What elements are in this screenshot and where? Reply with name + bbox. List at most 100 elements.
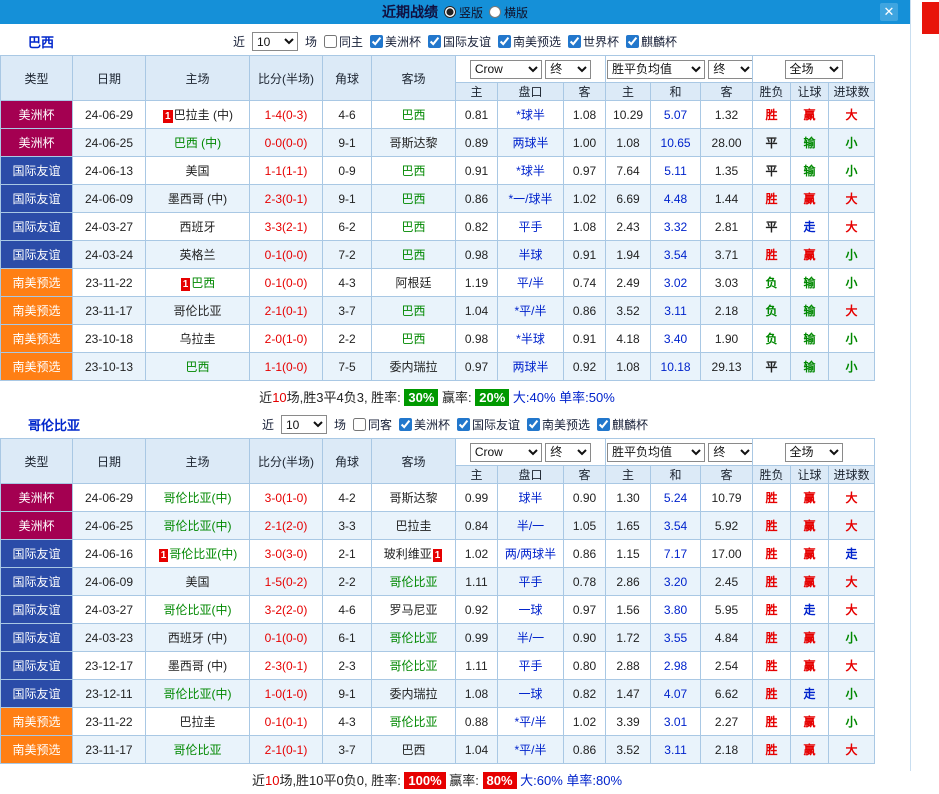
corners: 3-7 (322, 735, 372, 764)
team-name: 巴西 (401, 108, 426, 122)
comp-input[interactable] (428, 35, 441, 48)
comp-input[interactable] (457, 418, 470, 431)
europe-avg-select[interactable]: 胜平负均值 (607, 442, 706, 462)
score: 3-2(2-0) (249, 595, 323, 624)
comp-checkbox-copa[interactable]: 美洲杯 (369, 33, 421, 50)
handicap-rate-badge: 80% (482, 772, 517, 789)
result: 胜 (752, 567, 792, 596)
bookmaker-select[interactable]: Crow (469, 442, 542, 462)
layout-radio-vertical[interactable]: 竖版 (443, 4, 483, 21)
away-team: 阿根廷 (371, 268, 456, 297)
team-name: 墨西哥 (中) (167, 659, 228, 673)
comp-input[interactable] (369, 35, 383, 48)
same-venue-input[interactable] (352, 418, 366, 431)
europe-draw-odds: 3.40 (650, 324, 702, 353)
comp-input[interactable] (568, 35, 582, 48)
comp-checkbox-kirin[interactable]: 麒麟杯 (626, 33, 677, 50)
asia-away-odds: 0.86 (562, 539, 607, 568)
europe-draw-odds: 5.24 (650, 483, 702, 512)
side-panel-tab[interactable] (922, 2, 939, 34)
comp-input[interactable] (597, 418, 611, 431)
comp-checkbox-friendly[interactable]: 国际友谊 (428, 33, 491, 50)
result: 平 (752, 156, 792, 185)
goals-result: 小 (828, 679, 876, 708)
same-venue-checkbox[interactable]: 同客 (352, 416, 392, 433)
vertical-radio[interactable] (443, 6, 456, 18)
handicap-result: 输 (790, 352, 830, 381)
match-date: 24-03-24 (72, 240, 146, 269)
europe-draw-odds: 3.02 (650, 268, 702, 297)
summary-text: 场,胜3平4负3, 胜率: (286, 390, 405, 405)
europe-time-select[interactable]: 终 (708, 59, 752, 79)
away-team: 哥伦比亚 (371, 623, 456, 652)
score: 1-5(0-2) (249, 567, 323, 596)
home-team: 巴拉圭 (145, 707, 250, 736)
handicap-result: 赢 (790, 483, 830, 512)
team-name: 巴拉圭 (395, 519, 432, 533)
away-team: 巴西 (371, 735, 456, 764)
comp-input[interactable] (626, 35, 640, 48)
comp-input[interactable] (398, 418, 412, 431)
layout-radio-horizontal[interactable]: 横版 (489, 4, 528, 21)
col-header-asia-home: 主 (455, 82, 498, 101)
asia-home-odds: 0.89 (455, 128, 498, 157)
same-venue-checkbox[interactable]: 同主 (323, 33, 363, 50)
goals-result: 小 (828, 268, 876, 297)
europe-time-select[interactable]: 终 (708, 442, 752, 462)
goals-result: 小 (828, 707, 876, 736)
match-date: 23-11-17 (72, 296, 146, 325)
match-date: 24-03-23 (72, 623, 146, 652)
away-team: 巴西 (371, 324, 456, 353)
close-icon[interactable]: ✕ (880, 3, 898, 21)
competition-type-badge: 南美预选 (0, 352, 73, 381)
col-header-handicap: 盘口 (497, 465, 564, 484)
asia-away-odds: 0.90 (562, 483, 607, 512)
score: 0-0(0-0) (249, 128, 323, 157)
result: 负 (752, 296, 792, 325)
asia-handicap: 半/一 (497, 623, 564, 652)
europe-home-odds: 1.72 (605, 623, 652, 652)
result: 胜 (752, 651, 792, 680)
comp-checkbox-friendly[interactable]: 国际友谊 (457, 416, 520, 433)
comp-input[interactable] (527, 418, 541, 431)
europe-odds-controls: 胜平负均值 终 (605, 55, 754, 83)
asia-home-odds: 1.08 (455, 679, 498, 708)
asia-time-select[interactable]: 终 (545, 442, 592, 462)
score: 0-1(0-0) (249, 623, 323, 652)
recent-count-select[interactable]: 10 (280, 415, 327, 434)
competition-type-badge: 国际友谊 (0, 679, 73, 708)
comp-checkbox-worldcup[interactable]: 世界杯 (568, 33, 619, 50)
asia-handicap: *平/半 (497, 707, 564, 736)
horizontal-radio[interactable] (489, 6, 501, 18)
europe-draw-odds: 3.11 (650, 296, 702, 325)
match-row: 国际友谊 24-03-27 哥伦比亚(中) 3-2(2-0) 4-6 罗马尼亚 0.92 一球… (0, 595, 876, 624)
asia-home-odds: 0.99 (455, 483, 498, 512)
comp-checkbox-kirin[interactable]: 麒麟杯 (597, 416, 648, 433)
comp-input[interactable] (498, 35, 512, 48)
team-name: 巴西 (401, 332, 426, 346)
col-header-asia-away: 客 (562, 465, 607, 484)
comp-label: 南美预选 (542, 418, 591, 432)
comp-label: 国际友谊 (472, 418, 521, 432)
europe-away-odds: 2.81 (700, 212, 754, 241)
europe-avg-select[interactable]: 胜平负均值 (607, 59, 706, 79)
europe-draw-odds: 3.54 (650, 511, 702, 540)
home-team: 哥伦比亚(中) (145, 595, 250, 624)
europe-away-odds: 1.32 (700, 100, 754, 129)
bookmaker-select[interactable]: Crow (469, 59, 542, 79)
away-team: 哥伦比亚 (371, 707, 456, 736)
score: 1-1(0-0) (249, 352, 323, 381)
comp-checkbox-copa[interactable]: 美洲杯 (398, 416, 450, 433)
europe-home-odds: 3.52 (605, 296, 652, 325)
scope-select[interactable]: 全场 (784, 442, 843, 462)
same-venue-input[interactable] (323, 35, 337, 48)
comp-checkbox-qualifier[interactable]: 南美预选 (498, 33, 561, 50)
asia-handicap: 平手 (497, 651, 564, 680)
recent-count-select[interactable]: 10 (251, 32, 298, 51)
asia-time-select[interactable]: 终 (545, 59, 592, 79)
comp-checkbox-qualifier[interactable]: 南美预选 (527, 416, 590, 433)
red-card-mark: 1 (432, 549, 443, 562)
scope-select[interactable]: 全场 (784, 59, 843, 79)
competition-type-badge: 国际友谊 (0, 184, 73, 213)
col-header-goals: 进球数 (828, 465, 876, 484)
